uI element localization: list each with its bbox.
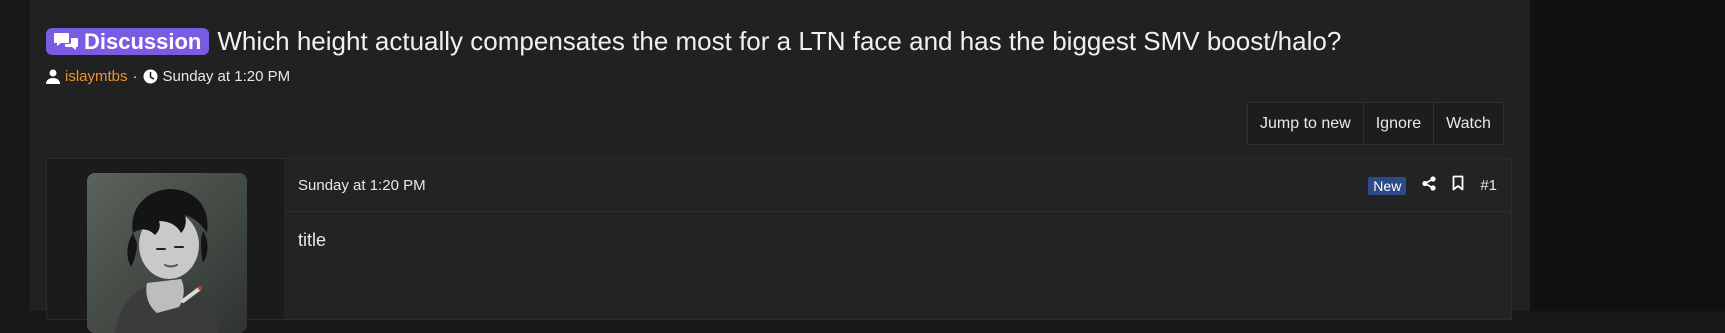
share-icon[interactable] (1422, 175, 1436, 196)
clock-icon (143, 69, 158, 84)
avatar[interactable] (87, 173, 247, 333)
post-tools: New #1 (1368, 175, 1497, 196)
new-badge: New (1368, 176, 1407, 195)
bookmark-icon[interactable] (1452, 175, 1464, 196)
thread-actions: Jump to new Ignore Watch (1247, 102, 1504, 145)
post: Sunday at 1:20 PM New #1 title (46, 158, 1512, 333)
post-main-cell: Sunday at 1:20 PM New #1 title (284, 159, 1511, 319)
post-number-link[interactable]: #1 (1480, 177, 1497, 194)
thread-title-row: Discussion Which height actually compens… (46, 26, 1341, 57)
thread-date-link[interactable]: Sunday at 1:20 PM (163, 68, 291, 85)
thread-meta: islaymtbs · Sunday at 1:20 PM (46, 68, 290, 85)
ignore-button[interactable]: Ignore (1364, 103, 1435, 144)
user-icon (46, 69, 60, 84)
right-gutter (1530, 0, 1725, 311)
thread-author-link[interactable]: islaymtbs (65, 68, 128, 85)
jump-to-new-button[interactable]: Jump to new (1248, 103, 1364, 144)
chat-bubbles-icon (54, 32, 78, 52)
post-user-cell (47, 159, 284, 333)
thread-page: Discussion Which height actually compens… (30, 0, 1530, 333)
thread-title: Which height actually compensates the mo… (217, 26, 1342, 56)
post-date-link[interactable]: Sunday at 1:20 PM (298, 177, 426, 194)
prefix-text: Discussion (84, 28, 202, 54)
post-header: Sunday at 1:20 PM New #1 (284, 159, 1511, 212)
discussion-prefix-label[interactable]: Discussion (46, 28, 210, 55)
post-body: title (298, 230, 327, 250)
watch-button[interactable]: Watch (1434, 103, 1503, 144)
meta-separator: · (132, 68, 138, 85)
